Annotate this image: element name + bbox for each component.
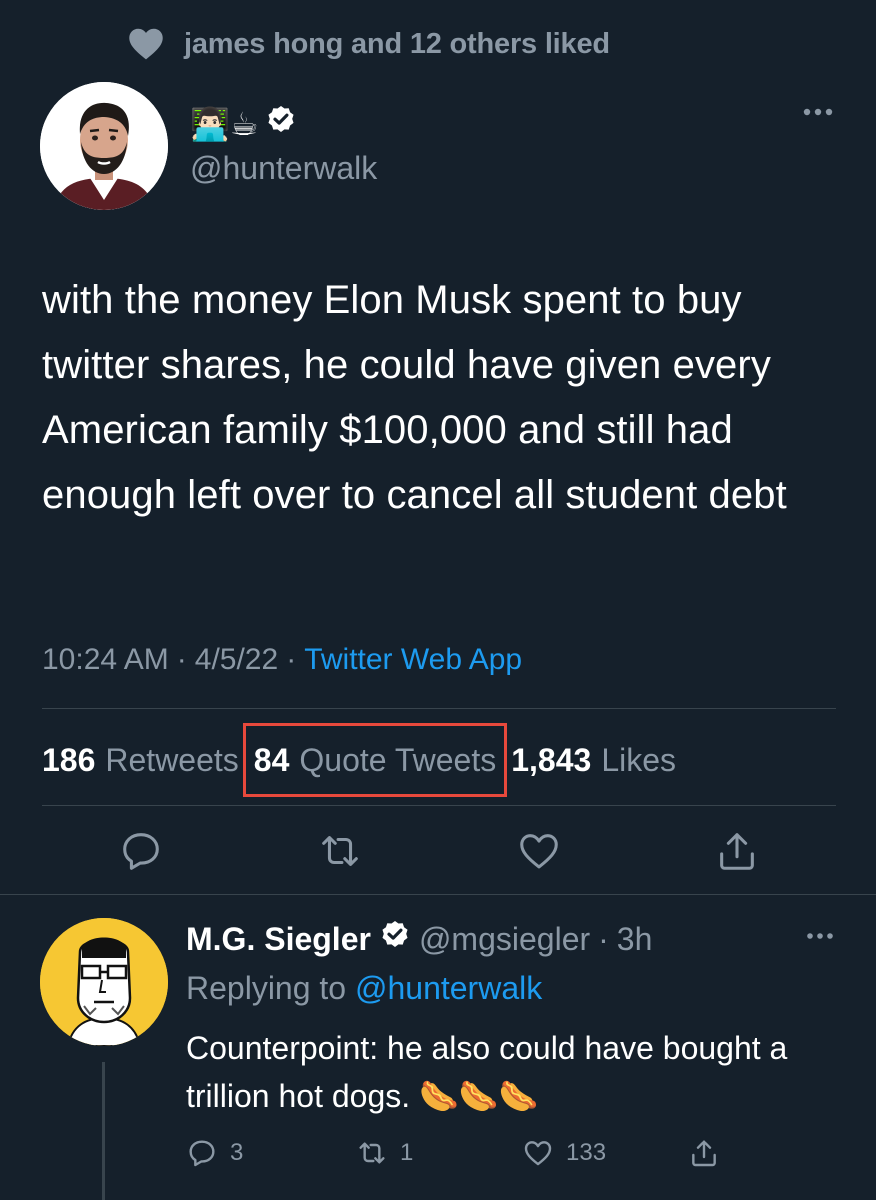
divider (42, 805, 836, 806)
tweet-detail-page: james hong and 12 others liked 👨🏻‍💻☕ @hu… (0, 0, 876, 1200)
replying-to-label: Replying to (186, 970, 347, 1006)
reply-count: 3 (230, 1139, 244, 1166)
more-options-icon[interactable] (802, 104, 834, 122)
reply-icon (186, 1137, 218, 1169)
likes-count: 1,843 (511, 741, 592, 778)
quote-tweets-count: 84 (253, 741, 290, 778)
reply-author-handle[interactable]: @mgsiegler (419, 921, 590, 958)
liked-by-text: james hong and 12 others liked (184, 27, 610, 60)
quote-tweets-stat[interactable]: 84 Quote Tweets (242, 723, 508, 797)
retweet-icon[interactable] (317, 828, 363, 874)
replying-to-handle[interactable]: @hunterwalk (355, 970, 542, 1006)
likes-label: Likes (601, 741, 677, 778)
retweets-count: 186 (42, 741, 96, 778)
reply-actions: 3 1 133 (0, 1133, 876, 1173)
share-icon (688, 1137, 720, 1169)
more-options-icon[interactable] (806, 928, 834, 946)
tweet-date[interactable]: 4/5/22 (195, 643, 278, 677)
divider (0, 894, 876, 895)
avatar-illustration (40, 918, 168, 1046)
social-context[interactable]: james hong and 12 others liked (128, 24, 610, 64)
replying-to: Replying to @hunterwalk (186, 970, 542, 1007)
tweet-text: with the money Elon Musk spent to buy tw… (42, 278, 787, 517)
like-button[interactable]: 133 (522, 1133, 606, 1173)
reply-time[interactable]: 3h (617, 921, 653, 958)
divider (42, 708, 836, 709)
tweet-time[interactable]: 10:24 AM (42, 643, 169, 677)
like-count: 133 (566, 1139, 607, 1166)
verified-badge-icon (265, 104, 297, 144)
meta-separator: · (286, 643, 297, 676)
heart-icon (128, 28, 164, 60)
avatar[interactable] (40, 918, 168, 1046)
retweet-icon (356, 1137, 388, 1169)
retweet-count: 1 (400, 1139, 414, 1166)
author-handle[interactable]: @hunterwalk (190, 150, 377, 187)
author-name-row[interactable]: 👨🏻‍💻☕ (190, 104, 297, 144)
share-button[interactable] (688, 1133, 720, 1173)
likes-stat[interactable]: 1,843 Likes (511, 742, 676, 779)
reply-icon[interactable] (118, 828, 164, 874)
tweet-actions (0, 828, 876, 880)
avatar[interactable] (40, 82, 168, 210)
reply-author-name[interactable]: M.G. Siegler (186, 921, 371, 958)
meta-separator: · (176, 643, 187, 676)
reply-author-row[interactable]: M.G. Siegler @mgsiegler · 3h (186, 917, 652, 961)
retweets-stat[interactable]: 186 Retweets (42, 742, 239, 779)
meta-separator: · (598, 920, 609, 957)
author-emoji-name: 👨🏻‍💻☕ (190, 106, 259, 142)
like-icon (522, 1137, 554, 1169)
quote-tweets-label: Quote Tweets (299, 741, 497, 778)
share-icon[interactable] (714, 828, 760, 874)
tweet-metadata: 10:24 AM · 4/5/22 · Twitter Web App (42, 638, 522, 682)
verified-badge-icon (379, 919, 411, 959)
tweet-stats: 186 Retweets 84 Quote Tweets 1,843 Likes (42, 723, 676, 797)
tweet-source-link[interactable]: Twitter Web App (304, 643, 522, 677)
reply-button[interactable]: 3 (186, 1133, 243, 1173)
thread-line (102, 1062, 105, 1200)
reply-text: Counterpoint: he also could have bought … (186, 1030, 788, 1114)
like-icon[interactable] (516, 828, 562, 874)
avatar-illustration (40, 82, 168, 210)
retweet-button[interactable]: 1 (356, 1133, 413, 1173)
retweets-label: Retweets (105, 741, 239, 778)
